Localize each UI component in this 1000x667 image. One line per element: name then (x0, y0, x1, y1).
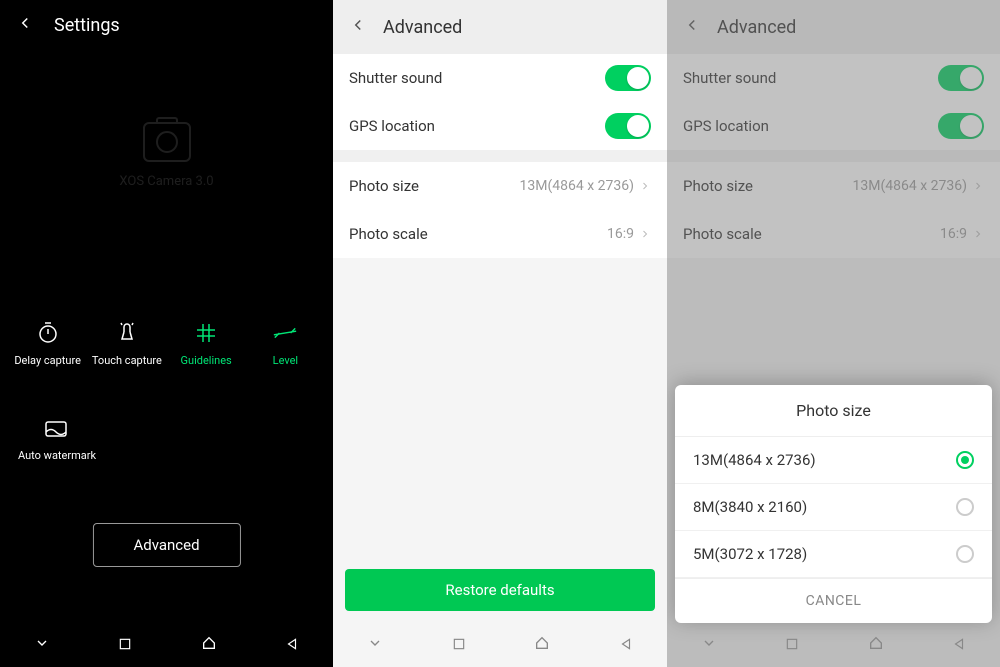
nav-back-icon[interactable] (952, 636, 966, 655)
chevron-right-icon (639, 228, 651, 240)
setting-value: 16:9 (607, 226, 651, 242)
value-text: 13M(4864 x 2736) (520, 178, 634, 194)
nav-recents-icon[interactable] (452, 636, 466, 655)
restore-defaults-button[interactable]: Restore defaults (345, 569, 655, 611)
nav-home-icon[interactable] (868, 635, 884, 655)
sheet-title: Photo size (675, 385, 992, 437)
advanced-button[interactable]: Advanced (92, 523, 240, 567)
timer-icon (35, 320, 61, 346)
advanced-panel-with-sheet: Advanced Shutter sound GPS location Phot… (667, 0, 1000, 667)
settings-group-2: Photo size 13M(4864 x 2736) Photo scale … (333, 162, 667, 258)
photo-size-option-5m[interactable]: 5M(3072 x 1728) (675, 531, 992, 578)
value-text: 16:9 (607, 226, 634, 242)
nav-recents-icon[interactable] (785, 636, 799, 655)
option-label: Touch capture (92, 354, 162, 367)
chevron-right-icon (639, 180, 651, 192)
option-label: Guidelines (181, 354, 232, 367)
touch-icon (114, 320, 140, 346)
photo-scale-row[interactable]: Photo scale 16:9 (333, 210, 667, 258)
back-icon[interactable] (16, 14, 34, 36)
settings-group-1: Shutter sound GPS location (333, 54, 667, 150)
radio-unselected[interactable] (956, 498, 974, 516)
nav-back-icon[interactable] (619, 636, 633, 655)
nav-down-icon[interactable] (34, 635, 50, 655)
nav-back-icon[interactable] (285, 636, 299, 655)
camera-version-label: XOS Camera 3.0 (119, 174, 213, 189)
nav-bar (0, 623, 333, 667)
grid-icon (193, 320, 219, 346)
nav-down-icon[interactable] (367, 635, 383, 655)
option-label: 5M(3072 x 1728) (693, 545, 807, 563)
guidelines-option[interactable]: Guidelines (171, 320, 241, 367)
options-row-2: Auto watermark (0, 415, 333, 462)
header-title: Settings (54, 15, 120, 36)
photo-size-row[interactable]: Photo size 13M(4864 x 2736) (333, 162, 667, 210)
header-title: Advanced (383, 17, 462, 38)
toggle-on[interactable] (605, 113, 651, 139)
gps-location-row[interactable]: GPS location (333, 102, 667, 150)
photo-size-sheet: Photo size 13M(4864 x 2736) 8M(3840 x 21… (675, 385, 992, 623)
camera-icon (143, 122, 191, 162)
nav-recents-icon[interactable] (118, 636, 132, 655)
advanced-panel: Advanced Shutter sound GPS location Phot… (333, 0, 667, 667)
nav-bar (333, 623, 667, 667)
setting-label: GPS location (349, 117, 435, 135)
nav-bar (667, 623, 1000, 667)
nav-down-icon[interactable] (701, 635, 717, 655)
header: Settings (0, 0, 333, 50)
radio-unselected[interactable] (956, 545, 974, 563)
touch-capture-option[interactable]: Touch capture (92, 320, 162, 367)
setting-label: Shutter sound (349, 69, 442, 87)
photo-size-option-13m[interactable]: 13M(4864 x 2736) (675, 437, 992, 484)
option-label: Delay capture (14, 354, 81, 367)
toggle-on[interactable] (605, 65, 651, 91)
setting-label: Photo size (349, 177, 419, 195)
sheet-cancel-button[interactable]: CANCEL (675, 578, 992, 623)
level-option[interactable]: Level (250, 320, 320, 367)
setting-value: 13M(4864 x 2736) (520, 178, 651, 194)
options-row: Delay capture Touch capture Guidelines L… (0, 320, 333, 367)
option-label: Level (273, 354, 298, 367)
auto-watermark-option[interactable]: Auto watermark (18, 415, 96, 462)
header: Advanced (333, 0, 667, 54)
delay-capture-option[interactable]: Delay capture (13, 320, 83, 367)
option-label: Auto watermark (18, 449, 96, 462)
shutter-sound-row[interactable]: Shutter sound (333, 54, 667, 102)
divider (333, 150, 667, 162)
setting-label: Photo scale (349, 225, 428, 243)
watermark-icon (44, 415, 70, 441)
radio-selected[interactable] (956, 451, 974, 469)
settings-panel-dark: Settings XOS Camera 3.0 Delay capture To… (0, 0, 333, 667)
nav-home-icon[interactable] (534, 635, 550, 655)
photo-size-option-8m[interactable]: 8M(3840 x 2160) (675, 484, 992, 531)
camera-preview-placeholder: XOS Camera 3.0 (0, 55, 333, 255)
level-icon (272, 320, 298, 346)
back-icon[interactable] (349, 16, 367, 38)
option-label: 13M(4864 x 2736) (693, 451, 816, 469)
nav-home-icon[interactable] (201, 635, 217, 655)
option-label: 8M(3840 x 2160) (693, 498, 807, 516)
